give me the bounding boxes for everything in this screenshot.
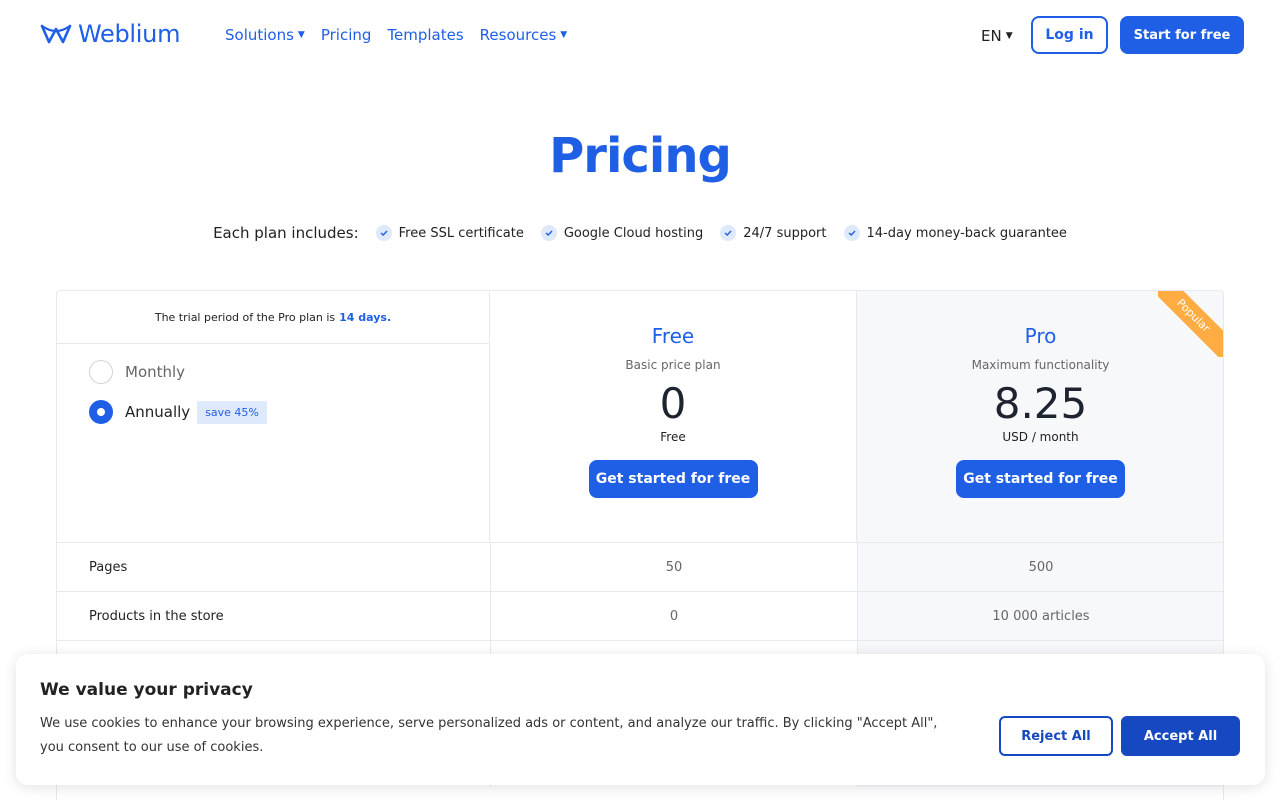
nav-resources-label: Resources — [479, 26, 557, 44]
trial-notice: The trial period of the Pro plan is 14 d… — [57, 291, 489, 344]
save-badge: save 45% — [197, 400, 267, 424]
plan-subtitle: Basic price plan — [625, 358, 721, 372]
annually-label: Annually — [125, 403, 191, 421]
monthly-label: Monthly — [125, 363, 186, 381]
nav-solutions-label: Solutions — [225, 26, 294, 44]
includes-label: Each plan includes: — [213, 224, 359, 242]
get-started-pro-button[interactable]: Get started for free — [956, 460, 1125, 498]
feature-row: Products in the store 0 10 000 articles — [57, 591, 1223, 640]
plan-pro: Popular Pro Maximum functionality 8.25 U… — [857, 291, 1223, 542]
check-icon — [375, 225, 392, 241]
include-item-label: Free SSL certificate — [398, 225, 524, 241]
feature-value-pro: 500 — [857, 543, 1223, 591]
feature-value-pro: 10 000 articles — [857, 592, 1223, 640]
plan-includes: Each plan includes: Free SSL certificate… — [0, 224, 1280, 242]
check-icon — [720, 225, 737, 241]
include-item-label: 14-day money-back guarantee — [866, 225, 1067, 241]
site-header: Weblium Solutions ▼ Pricing Templates Re… — [0, 0, 1280, 72]
weblium-logo[interactable]: Weblium — [40, 20, 180, 48]
login-button[interactable]: Log in — [1031, 16, 1108, 54]
billing-period-selector: Monthly Annually save 45% — [57, 344, 489, 424]
language-selector[interactable]: EN ▼ — [981, 27, 1013, 45]
start-for-free-button[interactable]: Start for free — [1120, 16, 1244, 54]
nav-pricing-label: Pricing — [320, 26, 372, 44]
plan-subtitle: Maximum functionality — [971, 358, 1110, 372]
check-icon — [540, 225, 557, 241]
feature-value-free: 0 — [490, 592, 857, 640]
popular-ribbon-label: Popular — [1158, 291, 1223, 357]
cookie-title: We value your privacy — [40, 680, 253, 700]
caret-down-icon: ▼ — [560, 29, 568, 40]
get-started-free-button[interactable]: Get started for free — [588, 460, 758, 498]
nav-templates-label: Templates — [387, 26, 464, 44]
billing-option-monthly[interactable]: Monthly — [89, 360, 489, 384]
include-item: 14-day money-back guarantee — [843, 225, 1067, 241]
reject-all-button[interactable]: Reject All — [999, 716, 1113, 756]
accept-all-button[interactable]: Accept All — [1121, 716, 1240, 756]
feature-row: Pages 50 500 — [57, 542, 1223, 591]
plan-price: 0 — [659, 379, 687, 428]
radio-selected-dot — [97, 408, 105, 416]
include-item: 24/7 support — [720, 225, 827, 241]
page-title: Pricing — [549, 128, 732, 184]
caret-down-icon: ▼ — [1005, 30, 1013, 41]
main-nav: Solutions ▼ Pricing Templates Resources … — [225, 26, 567, 44]
feature-name: Products in the store — [89, 608, 224, 624]
nav-pricing[interactable]: Pricing — [321, 26, 372, 44]
plan-price-unit: Free — [660, 430, 686, 444]
plan-price-unit: USD / month — [1002, 430, 1079, 444]
radio-annually[interactable] — [89, 400, 113, 424]
nav-resources[interactable]: Resources ▼ — [480, 26, 568, 44]
cookie-consent-banner: We value your privacy We use cookies to … — [16, 654, 1265, 785]
plan-price: 8.25 — [993, 379, 1088, 428]
feature-name: Pages — [89, 559, 128, 575]
caret-down-icon: ▼ — [297, 29, 305, 40]
radio-monthly[interactable] — [89, 360, 113, 384]
billing-option-annually[interactable]: Annually save 45% — [89, 400, 489, 424]
language-label: EN — [981, 27, 1002, 45]
nav-solutions[interactable]: Solutions ▼ — [225, 26, 305, 44]
logo-text: Weblium — [78, 20, 181, 48]
nav-templates[interactable]: Templates — [387, 26, 463, 44]
weblium-logo-icon — [40, 24, 72, 44]
cookie-text: We use cookies to enhance your browsing … — [40, 716, 938, 755]
include-item-label: 24/7 support — [743, 225, 827, 241]
trial-highlight: 14 days. — [339, 310, 392, 324]
include-item-label: Google Cloud hosting — [563, 225, 704, 241]
plan-name: Free — [651, 324, 695, 348]
check-icon — [843, 225, 860, 241]
billing-panel: The trial period of the Pro plan is 14 d… — [57, 291, 490, 542]
include-item: Free SSL certificate — [375, 225, 524, 241]
popular-ribbon: Popular — [1158, 291, 1223, 357]
plan-free: Free Basic price plan 0 Free Get started… — [490, 291, 857, 542]
include-item: Google Cloud hosting — [540, 225, 704, 241]
trial-text: The trial period of the Pro plan is — [154, 310, 336, 324]
feature-value-free: 50 — [490, 543, 857, 591]
